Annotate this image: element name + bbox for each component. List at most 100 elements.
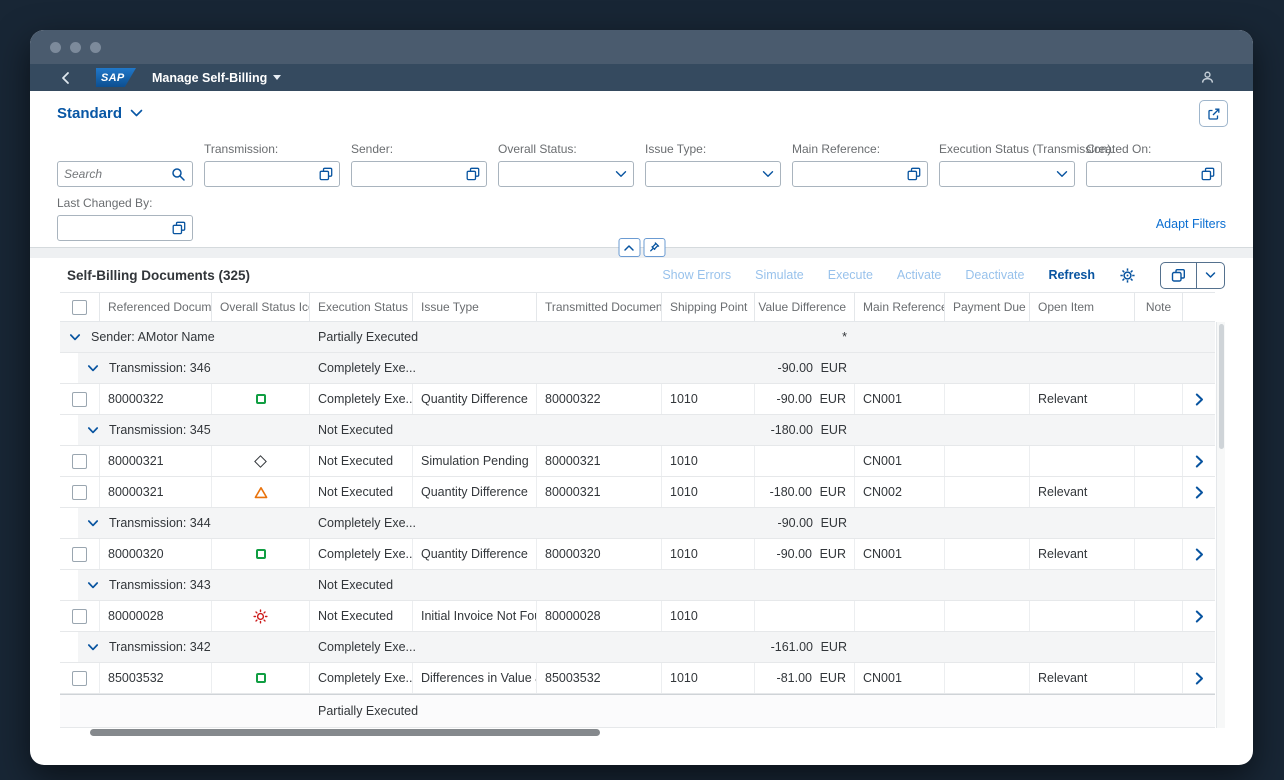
- value-help-icon[interactable]: [319, 167, 333, 181]
- net-value: -180.00: [763, 423, 813, 437]
- collapse-filter-bar-button[interactable]: [618, 238, 640, 257]
- table-row[interactable]: 80000320Completely Exe...Quantity Differ…: [60, 539, 1215, 570]
- filter-text-input[interactable]: [505, 167, 615, 181]
- share-button[interactable]: [1199, 100, 1228, 127]
- shipping-point-cell: 1010: [662, 384, 755, 414]
- navigate-chevron-icon[interactable]: [1195, 393, 1204, 406]
- shipping-point-cell: 1010: [662, 446, 755, 476]
- window-dot-icon[interactable]: [50, 42, 61, 53]
- export-menu-button[interactable]: [1197, 263, 1224, 288]
- filter-input[interactable]: [1086, 161, 1222, 187]
- navigate-chevron-icon[interactable]: [1195, 548, 1204, 561]
- value-help-icon[interactable]: [1201, 167, 1215, 181]
- group-row-label: Transmission: 343: [60, 570, 310, 600]
- group-expanded-icon[interactable]: [87, 519, 99, 528]
- net-value: -180.00: [763, 485, 812, 499]
- shell-bar: SAP Manage Self-Billing: [30, 64, 1253, 91]
- filter-input[interactable]: [498, 161, 634, 187]
- chevron-down-icon[interactable]: [762, 170, 774, 178]
- filter-text-input[interactable]: [358, 167, 466, 181]
- select-all-checkbox[interactable]: [72, 300, 87, 315]
- window-dot-icon[interactable]: [90, 42, 101, 53]
- column-header-label: Referenced Document: [108, 300, 212, 314]
- chevron-down-icon: [130, 109, 143, 118]
- group-row-transmission[interactable]: Transmission: 342Completely Exe...-161.0…: [60, 632, 1215, 663]
- main-reference-cell: CN001: [855, 539, 945, 569]
- transmitted-document-cell: 85003532: [537, 663, 662, 693]
- filter-input[interactable]: [351, 161, 487, 187]
- value-help-icon[interactable]: [172, 221, 186, 235]
- open-item-cell: Relevant: [1030, 663, 1135, 693]
- table-row[interactable]: 80000028Not ExecutedInitial Invoice Not …: [60, 601, 1215, 632]
- group-expanded-icon[interactable]: [87, 364, 99, 373]
- group-expanded-icon[interactable]: [87, 643, 99, 652]
- filter-input[interactable]: [204, 161, 340, 187]
- filter-text-input[interactable]: [1093, 167, 1201, 181]
- group-row-transmission[interactable]: Transmission: 343Not Executed: [60, 570, 1215, 601]
- group-net-value: -90.00EUR: [755, 508, 855, 538]
- column-header-label: Main Reference: [863, 300, 945, 314]
- pin-filter-bar-button[interactable]: [643, 238, 665, 257]
- note-cell: [1135, 477, 1183, 507]
- app-title-menu[interactable]: Manage Self-Billing: [152, 71, 281, 85]
- row-checkbox[interactable]: [72, 485, 87, 500]
- navigate-chevron-icon[interactable]: [1195, 455, 1204, 468]
- column-header: Main Reference: [855, 293, 945, 321]
- group-row-transmission[interactable]: Transmission: 346Completely Exe...-90.00…: [60, 353, 1215, 384]
- chevron-down-icon[interactable]: [1056, 170, 1068, 178]
- column-header-label: Issue Type: [421, 300, 479, 314]
- status-error-circle-icon: [253, 609, 268, 624]
- search-icon[interactable]: [171, 167, 186, 182]
- search-text-input[interactable]: [64, 167, 171, 181]
- variant-selector[interactable]: Standard: [57, 105, 143, 122]
- value-help-icon[interactable]: [466, 167, 480, 181]
- table-row[interactable]: 80000321Not ExecutedQuantity Difference8…: [60, 477, 1215, 508]
- group-row-transmission[interactable]: Transmission: 345Not Executed-180.00EUR: [60, 415, 1215, 446]
- export-button[interactable]: [1161, 263, 1197, 288]
- table-row[interactable]: 80000321Not ExecutedSimulation Pending80…: [60, 446, 1215, 477]
- group-expanded-icon[interactable]: [87, 581, 99, 590]
- adapt-filters-link[interactable]: Adapt Filters: [1156, 217, 1226, 231]
- row-checkbox[interactable]: [72, 671, 87, 686]
- open-item-cell: Relevant: [1030, 539, 1135, 569]
- group-row-sender[interactable]: Sender: AMotor NamePartially Executed*: [60, 322, 1215, 353]
- group-expanded-icon[interactable]: [69, 333, 81, 342]
- search-input[interactable]: [57, 161, 193, 187]
- filter-input[interactable]: [939, 161, 1075, 187]
- horizontal-scrollbar-thumb[interactable]: [90, 729, 600, 736]
- title-caret-icon: [273, 75, 281, 80]
- group-expanded-icon[interactable]: [87, 426, 99, 435]
- filter-field: Main Reference:: [792, 142, 928, 187]
- settings-button[interactable]: [1119, 267, 1136, 284]
- navigate-chevron-icon[interactable]: [1195, 672, 1204, 685]
- value-help-icon[interactable]: [907, 167, 921, 181]
- group-row-transmission[interactable]: Transmission: 344Completely Exe...-90.00…: [60, 508, 1215, 539]
- navigate-chevron-icon[interactable]: [1195, 486, 1204, 499]
- chevron-down-icon[interactable]: [615, 170, 627, 178]
- user-avatar-icon[interactable]: [1200, 70, 1215, 85]
- issue-type-cell: Quantity Difference: [413, 539, 537, 569]
- row-checkbox[interactable]: [72, 547, 87, 562]
- filter-input[interactable]: [57, 215, 193, 241]
- filter-input[interactable]: [792, 161, 928, 187]
- row-checkbox[interactable]: [72, 609, 87, 624]
- filter-text-input[interactable]: [211, 167, 319, 181]
- filter-text-input[interactable]: [64, 221, 172, 235]
- filter-text-input[interactable]: [799, 167, 907, 181]
- navigate-chevron-icon[interactable]: [1195, 610, 1204, 623]
- filter-text-input[interactable]: [946, 167, 1056, 181]
- row-checkbox[interactable]: [72, 454, 87, 469]
- refresh-button[interactable]: Refresh: [1048, 268, 1095, 282]
- row-checkbox[interactable]: [72, 392, 87, 407]
- back-button[interactable]: [60, 71, 82, 85]
- app-title: Manage Self-Billing: [152, 71, 267, 85]
- filter-text-input[interactable]: [652, 167, 762, 181]
- vertical-scrollbar-thumb[interactable]: [1219, 324, 1224, 449]
- window-dot-icon[interactable]: [70, 42, 81, 53]
- shipping-point-cell: 1010: [662, 477, 755, 507]
- table-row[interactable]: 85003532Completely Exe...Differences in …: [60, 663, 1215, 694]
- table-row[interactable]: 80000322Completely Exe...Quantity Differ…: [60, 384, 1215, 415]
- filter-field-label: [57, 142, 193, 157]
- group-row-partial[interactable]: Partially Executed: [60, 694, 1215, 728]
- filter-input[interactable]: [645, 161, 781, 187]
